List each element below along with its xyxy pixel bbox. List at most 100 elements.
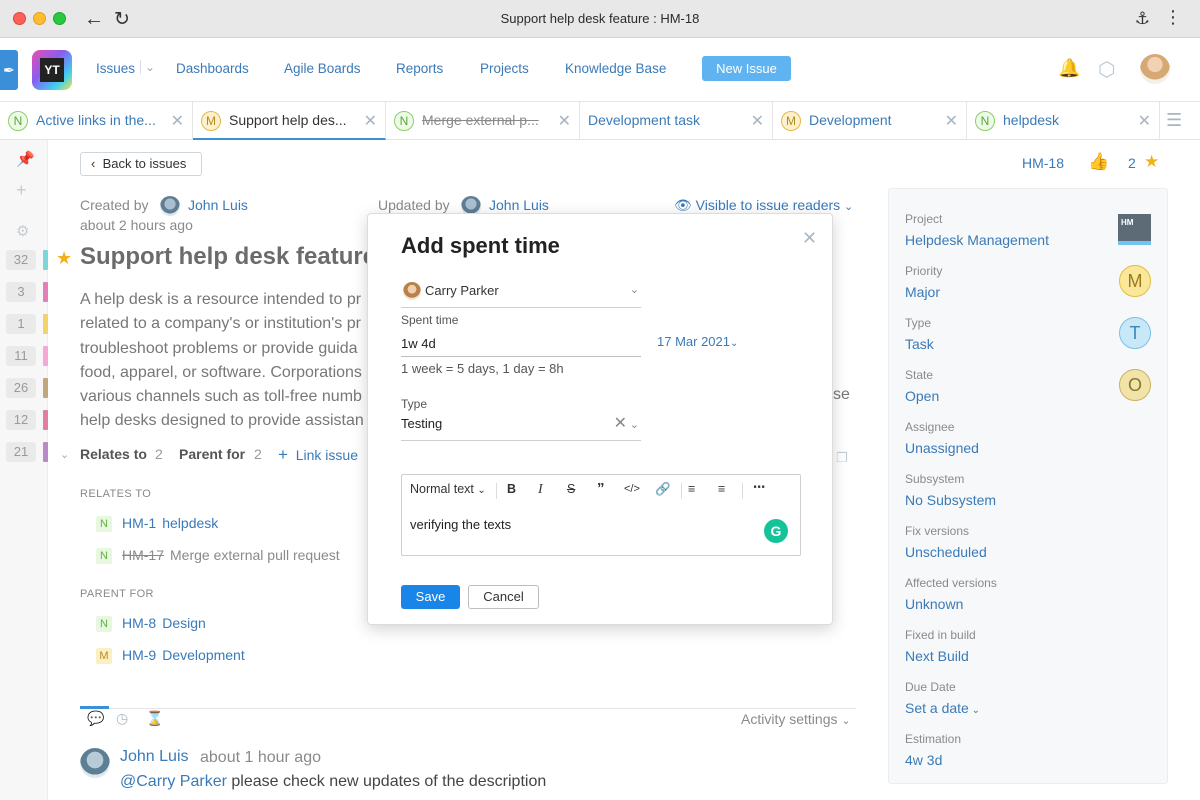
bold-icon[interactable]: B: [507, 482, 516, 496]
issue-id[interactable]: HM-18: [1022, 155, 1064, 171]
comment-author[interactable]: John Luis: [120, 748, 189, 766]
chevron-down-icon[interactable]: ⌄: [60, 448, 69, 461]
list-item[interactable]: N HM-17 Merge external pull request: [96, 547, 340, 564]
cancel-button[interactable]: Cancel: [468, 585, 539, 609]
clock-icon[interactable]: ◷: [116, 710, 128, 727]
field-affected-versions[interactable]: Unknown: [905, 596, 963, 612]
type-select[interactable]: Testing ✕ ⌄: [401, 413, 641, 441]
tab-development[interactable]: M Development ✕: [773, 102, 967, 140]
issue-name[interactable]: Merge external pull request: [170, 547, 340, 563]
issue-name[interactable]: helpdesk: [162, 515, 218, 531]
nav-issues[interactable]: Issues: [96, 61, 135, 76]
issue-id[interactable]: HM-17: [122, 547, 164, 563]
pin-icon[interactable]: 📌: [16, 150, 35, 168]
field-subsystem[interactable]: No Subsystem: [905, 492, 996, 508]
link-issue-button[interactable]: + Link issue: [278, 445, 358, 465]
tab-development-task[interactable]: Development task ✕: [580, 102, 773, 140]
sidebar-count[interactable]: 12: [6, 410, 36, 430]
issue-id[interactable]: HM-8: [122, 615, 156, 631]
list-item[interactable]: N HM-8 Design: [96, 615, 206, 632]
link-icon[interactable]: 🔗: [655, 482, 671, 497]
new-issue-button[interactable]: New Issue: [702, 56, 791, 81]
close-icon[interactable]: ✕: [802, 228, 817, 249]
bullet-list-icon[interactable]: ≡: [688, 482, 695, 496]
extensions-icon[interactable]: ⚓: [1135, 9, 1150, 29]
feather-icon[interactable]: ✒: [0, 50, 18, 90]
field-state[interactable]: Open: [905, 388, 939, 404]
numbered-list-icon[interactable]: ≡: [718, 482, 725, 496]
close-icon[interactable]: ✕: [558, 111, 571, 131]
relates-to-toggle[interactable]: Relates to: [80, 446, 147, 462]
date-picker[interactable]: 17 Mar 2021⌄: [657, 334, 738, 349]
visibility-dropdown[interactable]: 👁 Visible to issue readers ⌄: [674, 197, 853, 214]
star-icon[interactable]: ★: [56, 248, 72, 269]
field-type[interactable]: Task: [905, 336, 934, 352]
hourglass-icon[interactable]: ⌛: [146, 710, 163, 727]
youtrack-logo[interactable]: YT: [32, 50, 72, 90]
editor-content[interactable]: verifying the texts: [410, 517, 511, 532]
tab-helpdesk[interactable]: N helpdesk ✕: [967, 102, 1160, 140]
copy-icon[interactable]: ❐: [836, 450, 848, 466]
code-icon[interactable]: </>: [624, 483, 640, 495]
star-icon[interactable]: ★: [1144, 152, 1159, 172]
grammarly-icon[interactable]: G: [764, 519, 788, 543]
nav-agile-boards[interactable]: Agile Boards: [284, 61, 361, 76]
issue-name[interactable]: Development: [162, 647, 245, 663]
close-icon[interactable]: ✕: [751, 111, 764, 131]
issue-id[interactable]: HM-1: [122, 515, 156, 531]
close-icon[interactable]: ✕: [364, 111, 377, 131]
thumbs-up-icon[interactable]: 👍: [1088, 152, 1109, 172]
close-icon[interactable]: ✕: [171, 111, 184, 131]
list-item[interactable]: M HM-9 Development: [96, 647, 245, 664]
field-fix-versions[interactable]: Unscheduled: [905, 544, 987, 560]
comment-editor[interactable]: Normal text ⌄ B I S ” </> 🔗 ≡ ≡ ⋯ verify…: [401, 474, 801, 556]
updated-by-user[interactable]: John Luis: [489, 197, 549, 213]
field-assignee[interactable]: Unassigned: [905, 440, 979, 456]
sidebar-count[interactable]: 1: [6, 314, 36, 334]
back-to-issues-button[interactable]: ‹ Back to issues: [80, 152, 202, 176]
sidebar-count[interactable]: 32: [6, 250, 36, 270]
user-select[interactable]: Carry Parker ⌄: [401, 278, 641, 308]
italic-icon[interactable]: I: [538, 482, 543, 498]
sidebar-count[interactable]: 3: [6, 282, 36, 302]
chevron-down-icon[interactable]: ⌄: [140, 60, 155, 74]
quote-icon[interactable]: ”: [597, 480, 605, 497]
clear-icon[interactable]: ✕: [614, 413, 627, 433]
gear-icon[interactable]: ⬡: [1098, 57, 1115, 82]
activity-settings-dropdown[interactable]: Activity settings ⌄: [741, 711, 851, 727]
nav-dashboards[interactable]: Dashboards: [176, 61, 249, 76]
tab-merge-external[interactable]: N Merge external p... ✕: [386, 102, 580, 140]
sidebar-count[interactable]: 26: [6, 378, 36, 398]
avatar[interactable]: [1140, 54, 1170, 84]
field-estimation[interactable]: 4w 3d: [905, 752, 942, 768]
close-icon[interactable]: ✕: [1138, 111, 1151, 131]
more-menu-icon[interactable]: ⋮: [1164, 7, 1182, 28]
plus-icon[interactable]: +: [16, 180, 27, 201]
user-mention[interactable]: @Carry Parker: [120, 773, 227, 790]
text-format-dropdown[interactable]: Normal text ⌄: [410, 482, 486, 496]
nav-reports[interactable]: Reports: [396, 61, 443, 76]
field-project[interactable]: Helpdesk Management: [905, 232, 1049, 248]
comment-icon[interactable]: 💬: [87, 710, 104, 727]
parent-for-toggle[interactable]: Parent for: [179, 446, 245, 462]
bell-icon[interactable]: 🔔: [1058, 58, 1080, 79]
issue-name[interactable]: Design: [162, 615, 206, 631]
nav-projects[interactable]: Projects: [480, 61, 529, 76]
tab-active-links[interactable]: N Active links in the... ✕: [0, 102, 193, 140]
list-item[interactable]: N HM-1 helpdesk: [96, 515, 218, 532]
strikethrough-icon[interactable]: S: [567, 482, 575, 496]
save-button[interactable]: Save: [401, 585, 460, 609]
settings-icon[interactable]: ⚙: [16, 222, 29, 240]
field-fixed-in-build[interactable]: Next Build: [905, 648, 969, 664]
more-icon[interactable]: ⋯: [753, 479, 766, 494]
sidebar-count[interactable]: 21: [6, 442, 36, 462]
sidebar-count[interactable]: 11: [6, 346, 36, 366]
field-priority[interactable]: Major: [905, 284, 940, 300]
tab-support-help-desk[interactable]: M Support help des... ✕: [193, 102, 386, 140]
layers-icon[interactable]: ☰: [1166, 110, 1182, 131]
field-due-date[interactable]: Set a date ⌄: [905, 700, 980, 716]
created-by-user[interactable]: John Luis: [188, 197, 248, 213]
nav-knowledge-base[interactable]: Knowledge Base: [565, 61, 666, 76]
spent-time-input[interactable]: [401, 330, 641, 357]
close-icon[interactable]: ✕: [945, 111, 958, 131]
